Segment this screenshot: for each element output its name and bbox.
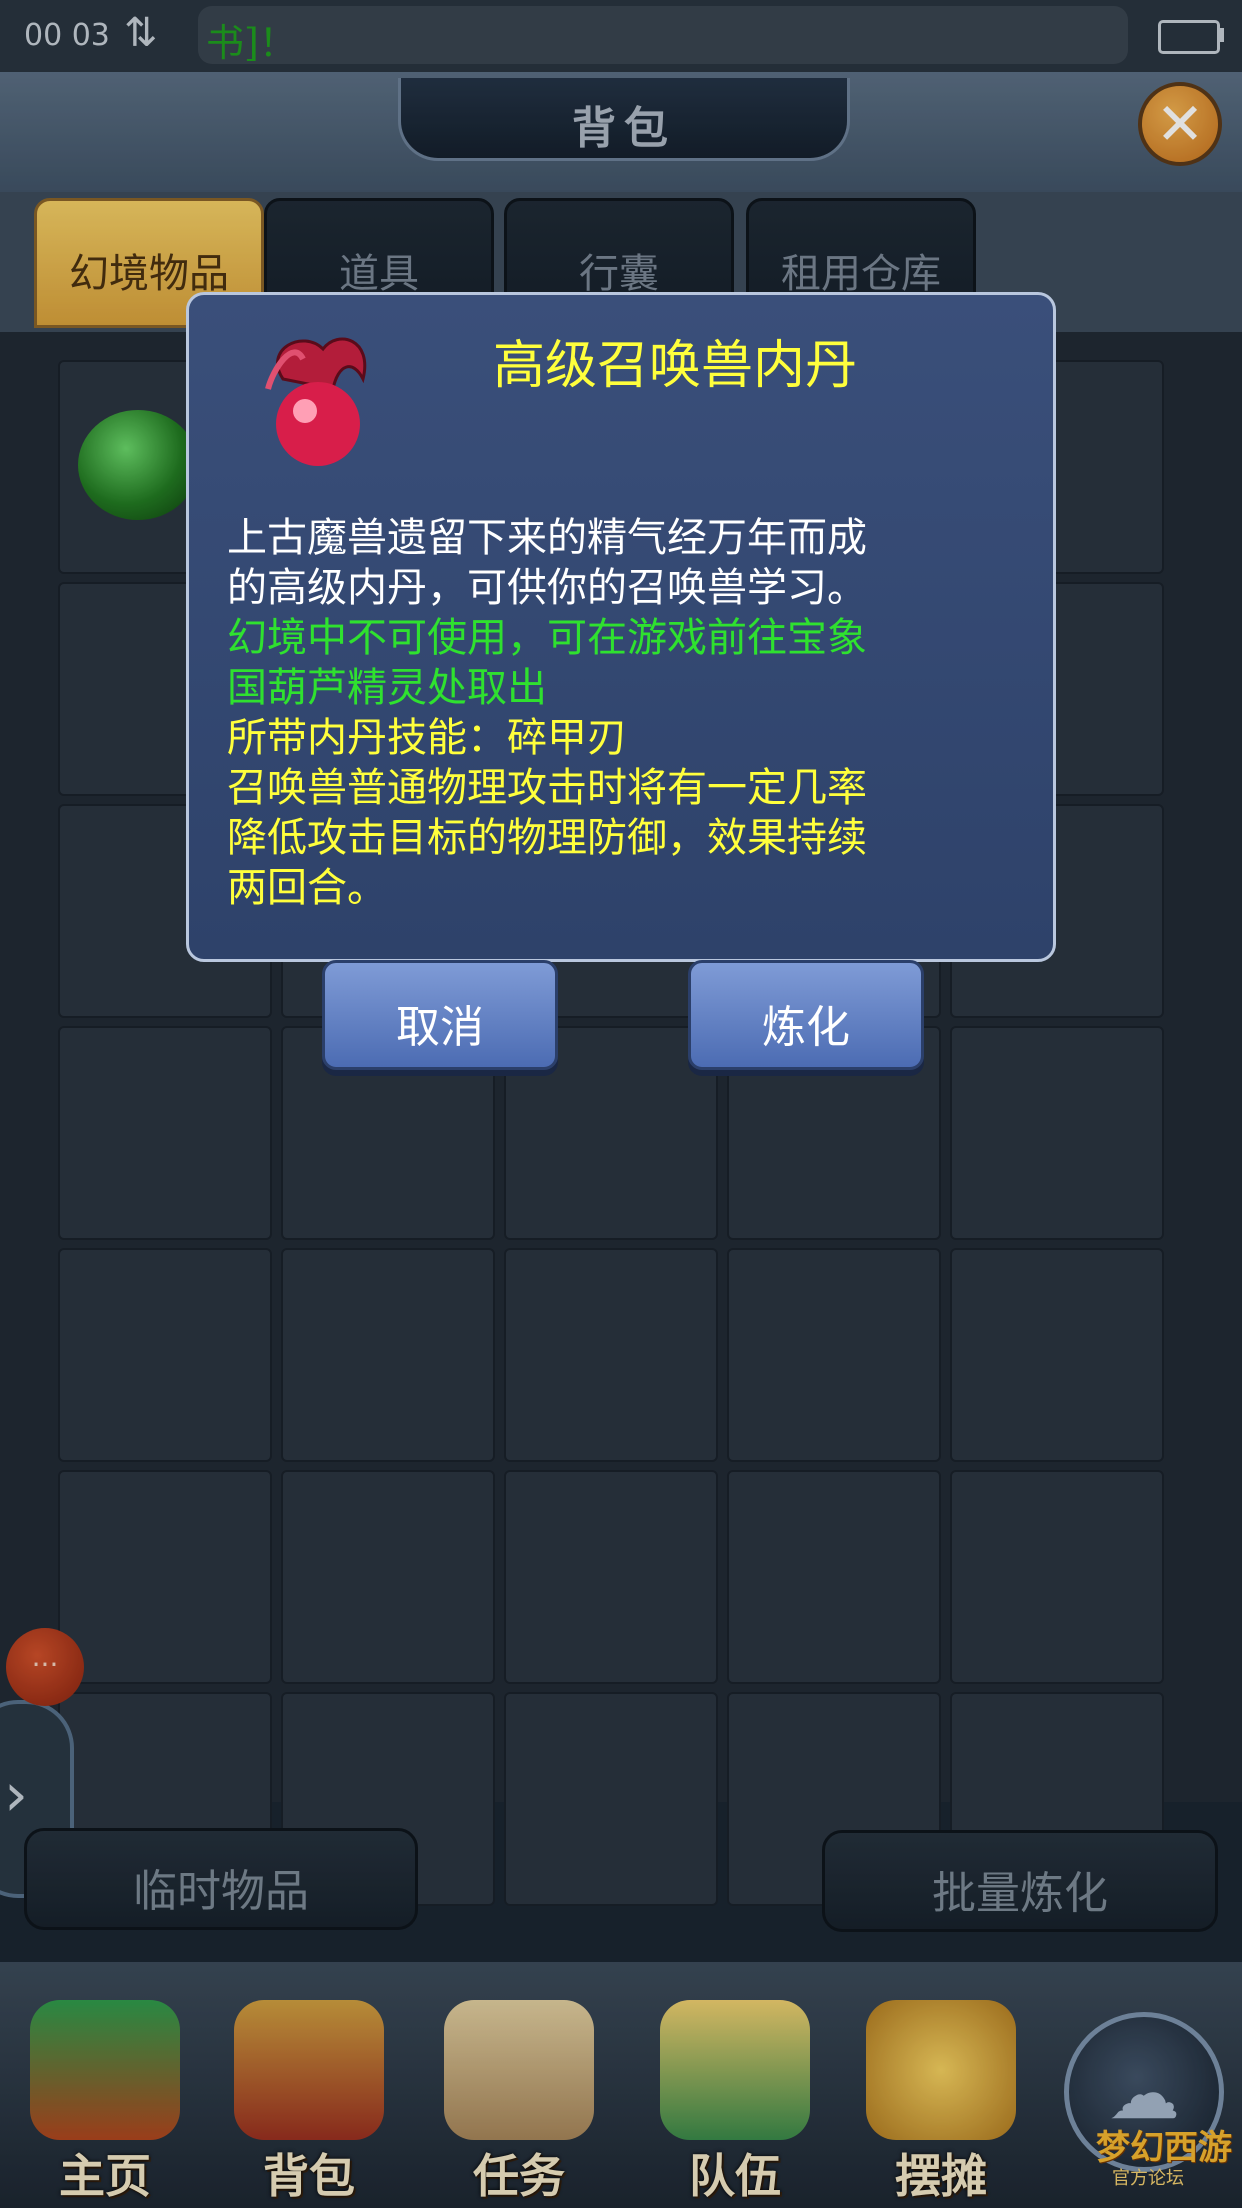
button-label: 取消 xyxy=(396,1002,484,1053)
item-tooltip-dialog: 高级召唤兽内丹 上古魔兽遗留下来的精气经万年而成 的高级内丹，可供你的召唤兽学习… xyxy=(186,292,1056,962)
desc-line: 召唤兽普通物理攻击时将有一定几率 xyxy=(227,765,867,811)
desc-line: 的高级内丹，可供你的召唤兽学习。 xyxy=(227,565,867,611)
button-label: 炼化 xyxy=(762,1002,850,1053)
desc-line: 上古魔兽遗留下来的精气经万年而成 xyxy=(227,515,867,561)
desc-line: 所带内丹技能：碎甲刃 xyxy=(227,715,627,761)
desc-line: 幻境中不可使用，可在游戏前往宝象 xyxy=(227,615,867,661)
item-title: 高级召唤兽内丹 xyxy=(492,336,857,396)
desc-line: 两回合。 xyxy=(227,865,387,911)
item-description: 上古魔兽遗留下来的精气经万年而成 的高级内丹，可供你的召唤兽学习。 幻境中不可使… xyxy=(227,513,1027,913)
refine-button[interactable]: 炼化 xyxy=(688,960,924,1070)
inner-core-item-icon xyxy=(265,337,367,466)
desc-line: 降低攻击目标的物理防御，效果持续 xyxy=(227,815,867,861)
desc-line: 国葫芦精灵处取出 xyxy=(227,665,547,711)
cancel-button[interactable]: 取消 xyxy=(322,960,558,1070)
